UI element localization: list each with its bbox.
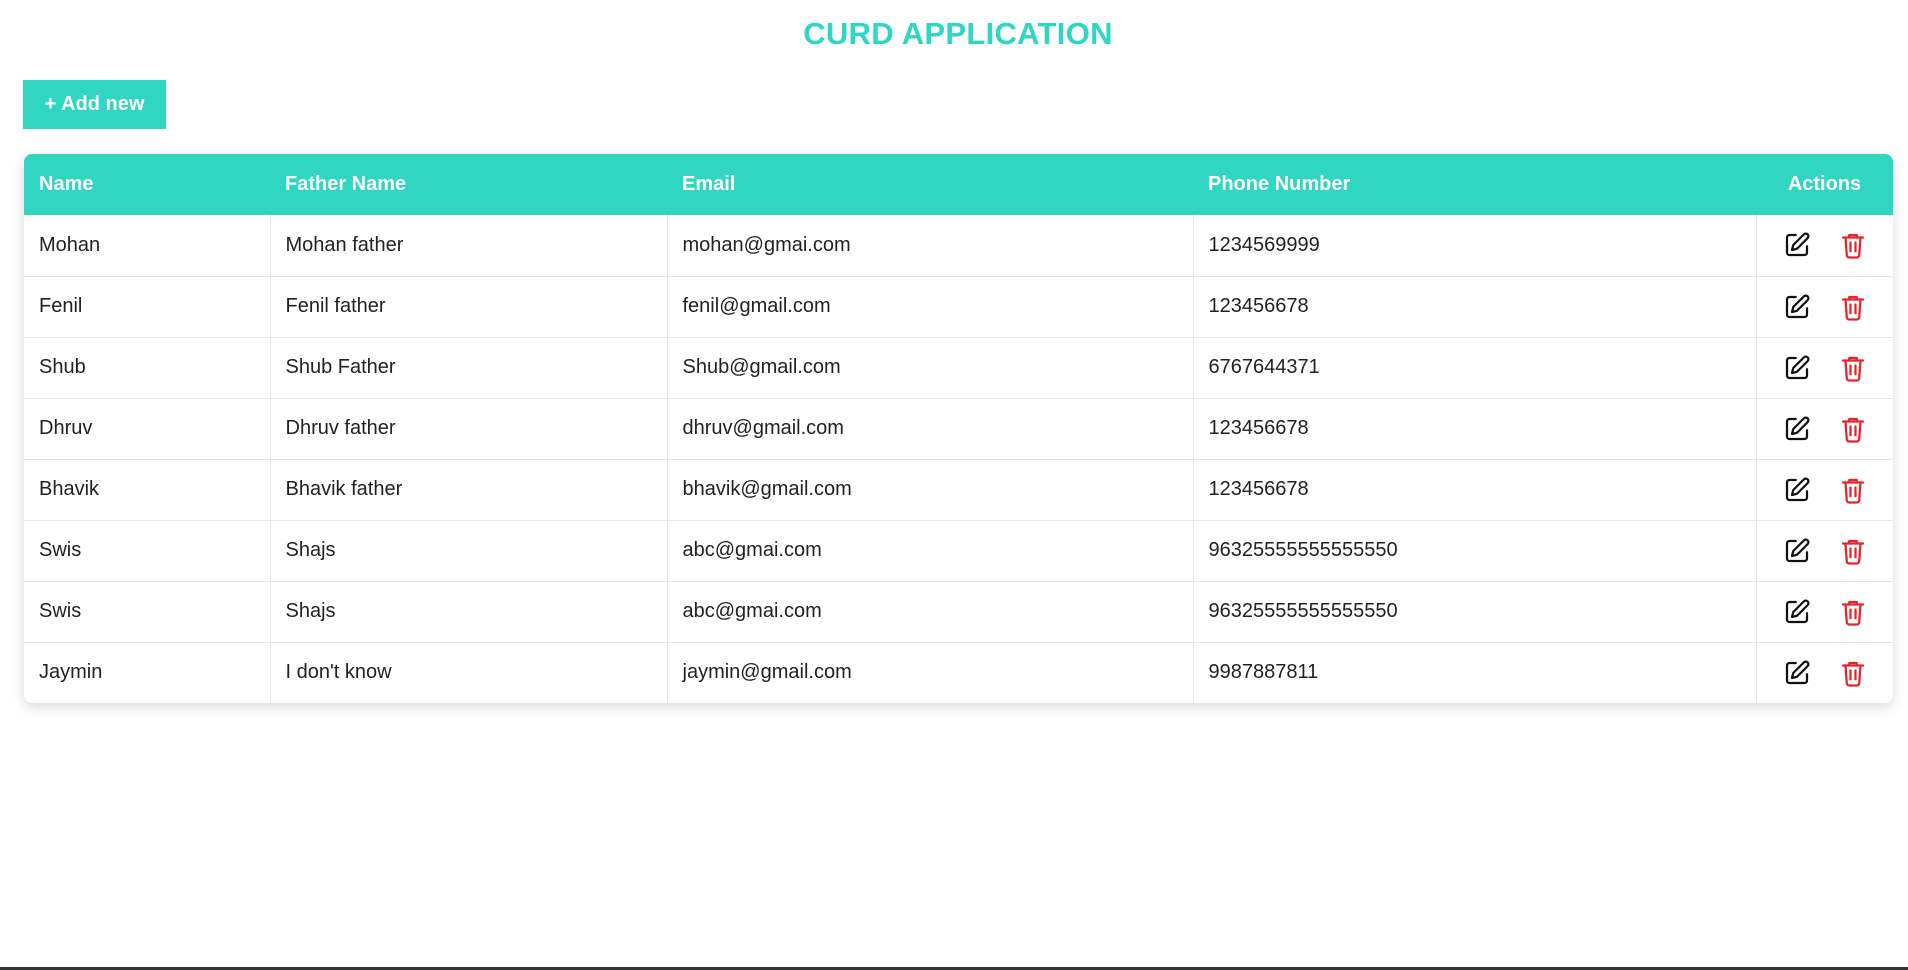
page: CURD APPLICATION + Add new Name Father N… bbox=[0, 0, 1908, 970]
column-header-email: Email bbox=[682, 173, 736, 195]
cell-actions bbox=[1755, 459, 1893, 520]
records-table: Name Father Name Email Phone Number Acti… bbox=[24, 154, 1893, 703]
cell-father-name: Shub Father bbox=[269, 337, 667, 398]
table-body: Mohan Mohan father mohan@gmai.com 123456… bbox=[24, 215, 1893, 703]
cell-father-name: Shajs bbox=[269, 520, 667, 581]
table-header-row: Name Father Name Email Phone Number Acti… bbox=[24, 154, 1893, 215]
cell-phone: 96325555555555550 bbox=[1192, 581, 1756, 642]
trash-icon[interactable] bbox=[1838, 292, 1868, 322]
cell-email: mohan@gmai.com bbox=[666, 215, 1193, 276]
cell-father-name: Dhruv father bbox=[269, 398, 667, 459]
cell-phone: 123456678 bbox=[1192, 276, 1756, 337]
cell-phone: 1234569999 bbox=[1192, 215, 1756, 276]
cell-father-name: Shajs bbox=[269, 581, 667, 642]
cell-email: abc@gmai.com bbox=[666, 581, 1193, 642]
trash-icon[interactable] bbox=[1838, 414, 1868, 444]
table-row: Bhavik Bhavik father bhavik@gmail.com 12… bbox=[24, 459, 1893, 520]
column-header-actions: Actions bbox=[1787, 173, 1862, 195]
cell-email: abc@gmai.com bbox=[666, 520, 1193, 581]
cell-name: Mohan bbox=[39, 233, 101, 256]
cell-phone: 6767644371 bbox=[1192, 337, 1756, 398]
cell-email: jaymin@gmail.com bbox=[666, 642, 1193, 703]
table-row: Mohan Mohan father mohan@gmai.com 123456… bbox=[24, 215, 1893, 276]
edit-icon[interactable] bbox=[1782, 353, 1812, 383]
cell-phone: 9987887811 bbox=[1192, 642, 1756, 703]
cell-name: Swis bbox=[39, 600, 82, 622]
cell-father-name: Mohan father bbox=[269, 215, 667, 276]
table-row: Fenil Fenil father fenil@gmail.com 12345… bbox=[24, 276, 1893, 337]
cell-phone: 96325555555555550 bbox=[1192, 520, 1756, 581]
table-row: Swis Shajs abc@gmai.com 9632555555555555… bbox=[24, 581, 1893, 642]
trash-icon[interactable] bbox=[1838, 475, 1868, 505]
trash-icon[interactable] bbox=[1838, 597, 1868, 627]
cell-phone: 123456678 bbox=[1192, 398, 1756, 459]
cell-email: Shub@gmail.com bbox=[666, 337, 1193, 398]
cell-actions bbox=[1755, 642, 1893, 703]
cell-phone: 123456678 bbox=[1192, 459, 1756, 520]
cell-email: bhavik@gmail.com bbox=[666, 459, 1193, 520]
cell-name: Dhruv bbox=[39, 417, 93, 439]
trash-icon[interactable] bbox=[1838, 230, 1868, 260]
edit-icon[interactable] bbox=[1782, 536, 1812, 566]
cell-actions bbox=[1755, 581, 1893, 642]
column-header-father-name: Father Name bbox=[285, 173, 407, 195]
cell-email: fenil@gmail.com bbox=[666, 276, 1193, 337]
trash-icon[interactable] bbox=[1838, 353, 1868, 383]
edit-icon[interactable] bbox=[1782, 414, 1812, 444]
edit-icon[interactable] bbox=[1782, 230, 1812, 260]
cell-actions bbox=[1755, 337, 1893, 398]
column-header-name: Name bbox=[39, 173, 94, 195]
table-row: Dhruv Dhruv father dhruv@gmail.com 12345… bbox=[24, 398, 1893, 459]
page-title: CURD APPLICATION bbox=[803, 16, 1113, 51]
cell-father-name: Fenil father bbox=[269, 276, 667, 337]
cell-actions bbox=[1755, 398, 1893, 459]
edit-icon[interactable] bbox=[1782, 292, 1812, 322]
cell-actions bbox=[1755, 215, 1893, 276]
records-table-card: Name Father Name Email Phone Number Acti… bbox=[24, 154, 1893, 703]
cell-actions bbox=[1755, 276, 1893, 337]
cell-father-name: I don't know bbox=[269, 642, 667, 703]
add-new-button[interactable]: + Add new bbox=[23, 80, 166, 129]
cell-email: dhruv@gmail.com bbox=[666, 398, 1193, 459]
trash-icon[interactable] bbox=[1838, 536, 1868, 566]
cell-name: Bhavik bbox=[39, 478, 100, 500]
cell-name: Fenil bbox=[39, 295, 83, 317]
edit-icon[interactable] bbox=[1782, 597, 1812, 627]
table-row: Shub Shub Father Shub@gmail.com 67676443… bbox=[24, 337, 1893, 398]
cell-name: Jaymin bbox=[39, 661, 103, 684]
cell-actions bbox=[1755, 520, 1893, 581]
column-header-phone: Phone Number bbox=[1208, 173, 1351, 195]
trash-icon[interactable] bbox=[1838, 658, 1868, 688]
edit-icon[interactable] bbox=[1782, 475, 1812, 505]
cell-name: Swis bbox=[39, 539, 82, 561]
edit-icon[interactable] bbox=[1782, 658, 1812, 688]
table-row: Swis Shajs abc@gmai.com 9632555555555555… bbox=[24, 520, 1893, 581]
cell-father-name: Bhavik father bbox=[269, 459, 667, 520]
table-row: Jaymin I don't know jaymin@gmail.com 998… bbox=[24, 642, 1893, 703]
cell-name: Shub bbox=[39, 356, 86, 378]
